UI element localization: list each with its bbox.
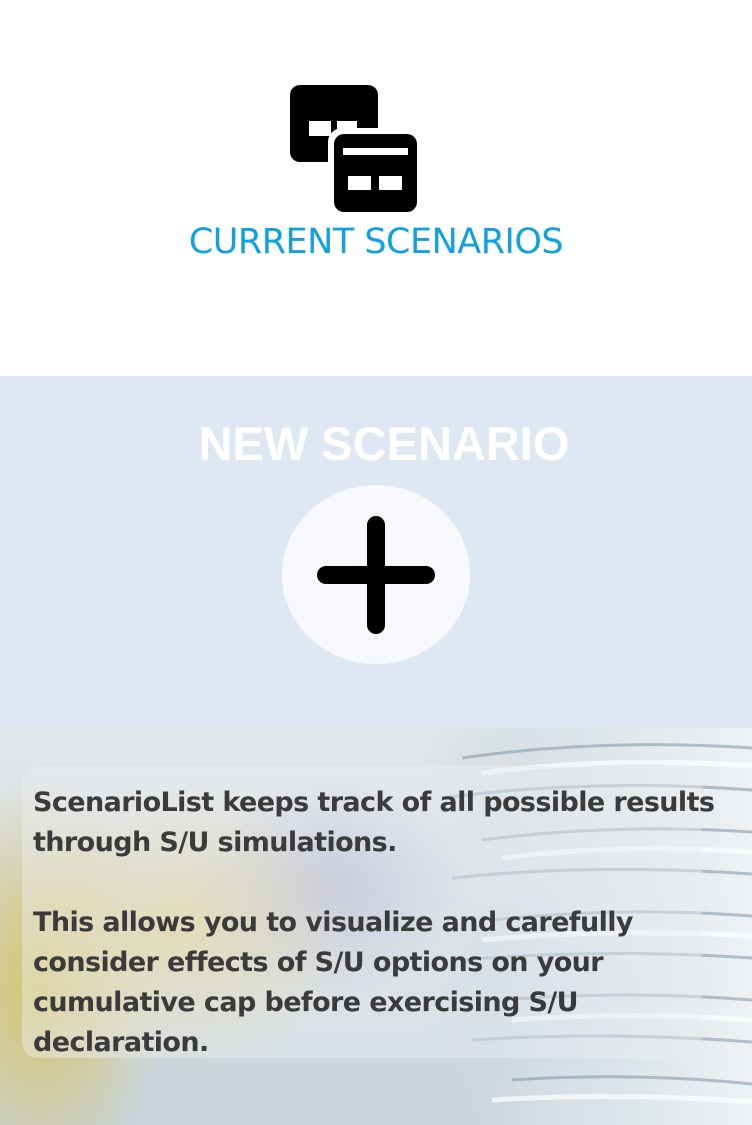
add-scenario-button[interactable]	[282, 485, 470, 664]
info-paragraph-1: ScenarioList keeps track of all possible…	[33, 787, 715, 858]
info-text: ScenarioList keeps track of all possible…	[33, 783, 723, 1103]
new-scenario-heading: NEW SCENARIO	[198, 417, 570, 470]
plus-icon	[317, 516, 435, 634]
new-scenario-section: NEW SCENARIO	[0, 376, 752, 728]
window-stack-icon[interactable]	[289, 84, 419, 214]
info-section: ScenarioList keeps track of all possible…	[0, 728, 752, 1125]
info-paragraph-2: This allows you to visualize and careful…	[33, 907, 633, 1058]
current-scenarios-link[interactable]: CURRENT SCENARIOS	[0, 222, 752, 262]
current-scenarios-section: CURRENT SCENARIOS	[0, 0, 752, 376]
